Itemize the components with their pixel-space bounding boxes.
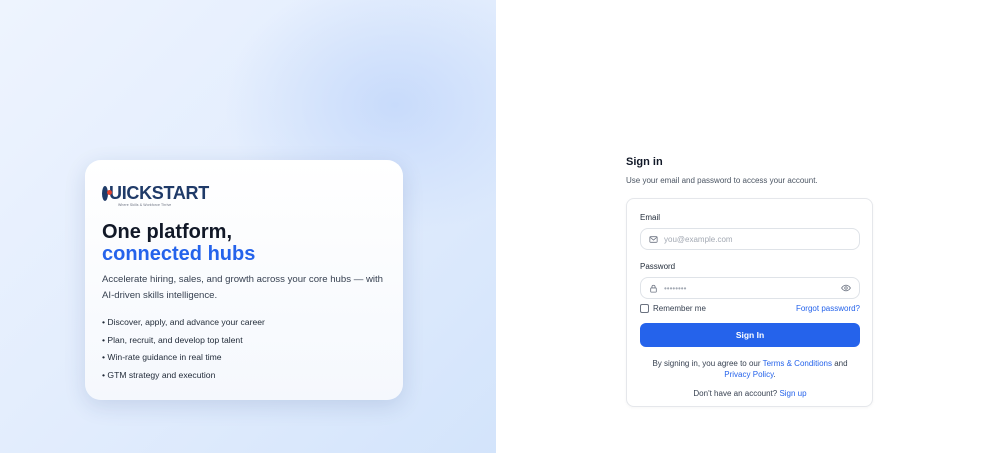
- feature-item: • Win-rate guidance in real time: [102, 352, 222, 362]
- privacy-link[interactable]: Privacy Policy: [724, 370, 773, 379]
- sign-in-button[interactable]: Sign In: [640, 323, 860, 347]
- signin-header: Sign in Use your email and password to a…: [626, 155, 873, 186]
- feature-item: • GTM strategy and execution: [102, 369, 216, 380]
- hero-card: UICKSTART Where Skills & Workforce Thriv…: [85, 160, 403, 400]
- signup-prompt: Don't have an account? Sign up: [693, 389, 807, 398]
- eye-icon[interactable]: [841, 283, 851, 293]
- logo-tagline: Where Skills & Workforce Thrive: [118, 203, 172, 207]
- signin-form: Email Password Remember me Forgot passwo…: [626, 198, 873, 407]
- logo-q-mark: [102, 185, 112, 201]
- terms-notice: By signing in, you agree to our Terms & …: [652, 359, 848, 379]
- forgot-password-link[interactable]: Forgot password?: [796, 304, 860, 313]
- feature-item: • Plan, recruit, and develop top talent: [102, 334, 243, 345]
- hero-title-accent: connected hubs: [102, 243, 256, 265]
- feature-item: • Discover, apply, and advance your care…: [102, 317, 265, 327]
- sign-up-link[interactable]: Sign up: [779, 389, 806, 398]
- password-field[interactable]: [640, 277, 860, 299]
- lock-icon: [650, 284, 657, 293]
- signin-subtitle: Use your email and password to access yo…: [626, 176, 818, 185]
- logo-text: UICKSTART: [109, 183, 209, 203]
- remember-label: Remember me: [653, 304, 706, 313]
- password-input[interactable]: [664, 283, 841, 293]
- terms-link[interactable]: Terms & Conditions: [763, 359, 832, 368]
- hero-title: One platform,: [102, 221, 233, 243]
- password-label: Password: [640, 262, 676, 271]
- email-field[interactable]: [640, 228, 860, 250]
- hero-panel: UICKSTART Where Skills & Workforce Thriv…: [0, 0, 496, 453]
- email-label: Email: [640, 213, 661, 222]
- email-input[interactable]: [664, 234, 851, 244]
- signin-title: Sign in: [626, 156, 663, 168]
- remember-me[interactable]: Remember me: [640, 304, 706, 313]
- mail-icon: [649, 235, 658, 243]
- remember-checkbox[interactable]: [640, 304, 649, 313]
- feature-list: • Discover, apply, and advance your care…: [102, 314, 386, 384]
- quickstart-logo: UICKSTART Where Skills & Workforce Thriv…: [102, 184, 209, 207]
- hero-description: Accelerate hiring, sales, and growth acr…: [102, 274, 384, 301]
- remember-row: Remember me Forgot password?: [640, 304, 860, 313]
